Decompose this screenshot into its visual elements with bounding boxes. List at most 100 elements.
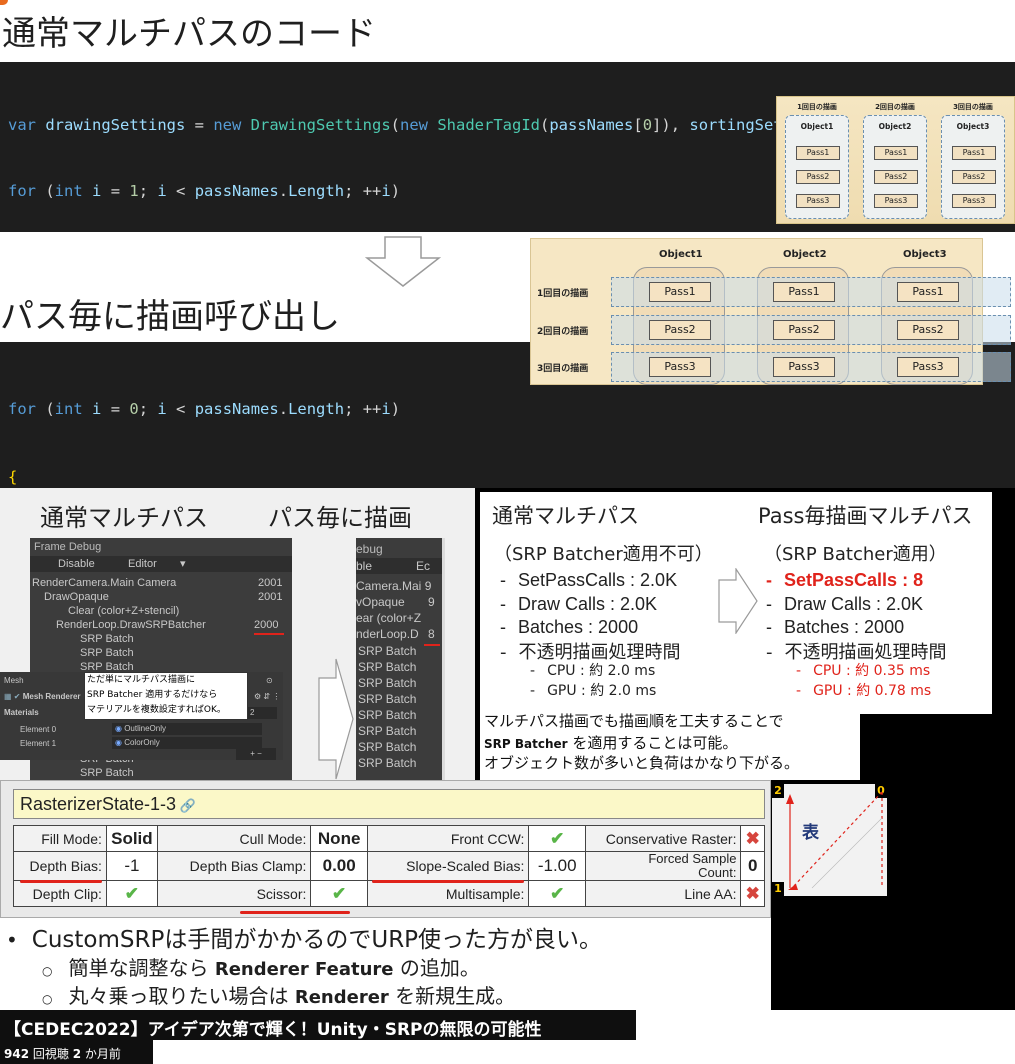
compare-label-normal: 通常マルチパス	[40, 504, 208, 532]
rasterizer-state-panel: RasterizerState-1-3 🔗 Fill Mode: Solid C…	[0, 780, 771, 918]
diagram1-pass: Pass1	[796, 146, 840, 160]
materials-count[interactable]: 2	[247, 707, 277, 719]
add-remove-buttons[interactable]: + −	[236, 748, 276, 760]
cull-mode-label: Cull Mode:	[156, 825, 312, 852]
frame-debug-row[interactable]: SRP Batch	[358, 707, 442, 723]
highlight-underline	[20, 880, 102, 883]
frame-debug-row[interactable]: Clear (color+Z+stencil)	[68, 604, 292, 618]
highlight-underline	[239, 911, 351, 914]
fill-mode-value: Solid	[105, 825, 158, 852]
stat-item-right: - Batches : 2000	[766, 617, 905, 637]
diagram1-object: Object2 Pass1 Pass2 Pass3	[863, 115, 927, 219]
frame-debug-row[interactable]: SRP Batch	[358, 723, 442, 739]
line-aa-label: Line AA:	[584, 880, 742, 907]
diagonal-arrow-icon	[786, 791, 883, 890]
front-ccw-label: Front CCW:	[366, 825, 530, 852]
highlight-underline	[371, 880, 525, 883]
forced-sample-count-label: Forced Sample Count:	[584, 851, 742, 881]
compare-arrow-icon	[718, 568, 758, 634]
depth-bias-clamp-label: Depth Bias Clamp:	[156, 851, 312, 881]
stat-subitem-right: - CPU : 約 0.35 ms	[796, 663, 931, 679]
bullet-circle-icon: ○	[42, 964, 53, 978]
code-line-1: var drawingSettings = new DrawingSetting…	[8, 116, 848, 134]
bullet-sub-1: ○ 簡単な調整なら Renderer Feature の追加。	[42, 956, 480, 980]
diagram2-pass: Pass1	[897, 282, 959, 302]
frame-debug-row[interactable]: nderLoop.D 8	[356, 626, 442, 642]
frame-debug-row[interactable]: SRP Batch	[358, 739, 442, 755]
check-icon: ✔	[310, 880, 368, 907]
rasterizer-table: Fill Mode: Solid Cull Mode: None Front C…	[13, 825, 765, 914]
diagram1-pass: Pass3	[952, 194, 996, 208]
diagram1-object: Object3 Pass1 Pass2 Pass3	[941, 115, 1005, 219]
stat-subitem-left: - GPU : 約 2.0 ms	[530, 683, 657, 699]
stats-note-line2: SRP Batcher を適用することは可能。	[484, 734, 738, 752]
inspector-note: ただ単にマルチパス描画に SRP Batcher 適用するだけなら マテリアルを…	[84, 672, 248, 720]
multisample-label: Multisample:	[366, 880, 530, 907]
frame-debug-row[interactable]: DrawOpaque 2001	[44, 590, 292, 604]
frame-debug-title: Frame Debug	[34, 541, 102, 553]
diagram1-pass: Pass3	[874, 194, 918, 208]
frame-debug-row[interactable]: RenderCamera.Main Camera 2001	[32, 576, 292, 590]
frame-debug-disable-button[interactable]: Disable	[58, 557, 118, 571]
cull-mode-value: None	[310, 825, 368, 852]
frame-debug-row[interactable]: Camera.Mai 9	[356, 578, 442, 594]
frame-debug-row[interactable]: vOpaque 9	[356, 594, 442, 610]
cross-icon: ✖	[740, 825, 765, 852]
slide-title-normal: 通常マルチパスのコード	[2, 14, 376, 54]
diagram1-pass: Pass3	[796, 194, 840, 208]
diagram2-pass: Pass3	[773, 357, 835, 377]
diagram2-object-label: Object1	[659, 249, 703, 260]
frame-debug-row[interactable]: SRP Batch	[358, 691, 442, 707]
video-title[interactable]: 【CEDEC2022】アイデア次第で輝く！Unity・SRPの無限の可能性	[4, 1015, 542, 1040]
down-arrow-icon	[365, 236, 441, 287]
frame-debug-title: ebug	[356, 542, 383, 556]
stats-right-title: Pass毎描画マルチパス	[758, 504, 973, 528]
stat-item-right: - SetPassCalls : 8	[766, 570, 924, 590]
stat-item-left: - SetPassCalls : 2.0K	[500, 570, 678, 590]
frame-debug-disable-button[interactable]: ble	[356, 559, 396, 573]
frame-debug-row[interactable]: RenderLoop.DrawSRPBatcher 2000	[56, 618, 292, 632]
code-line-2: {	[8, 468, 18, 486]
video-meta: 942 回視聴 2 か月前	[4, 1047, 121, 1061]
slide-title-perpass: パス毎に描画呼び出し	[0, 297, 340, 337]
frame-debug-editor-dropdown[interactable]: Ec	[416, 559, 442, 573]
stats-right-sub: （SRP Batcher適用）	[764, 544, 947, 565]
diagram1-pass: Pass2	[874, 170, 918, 184]
diagram1-object: Object1 Pass1 Pass2 Pass3	[785, 115, 849, 219]
frame-debug-row[interactable]: ear (color+Z	[356, 610, 442, 626]
diagram1-pass: Pass2	[952, 170, 996, 184]
frame-debug-row[interactable]: SRP Batch	[358, 659, 442, 675]
stats-note-line1: マルチパス描画でも描画順を工夫することで	[484, 712, 784, 730]
diagram2-row-label: 1回目の描画	[537, 289, 589, 299]
frame-debug-row[interactable]: SRP Batch	[80, 646, 292, 660]
diagram2-pass: Pass1	[773, 282, 835, 302]
diagram2-object-label: Object2	[783, 249, 827, 260]
inspector-menu-icon[interactable]: ⚙ ⇵ ⋮	[254, 691, 280, 703]
bullet-sub-2: ○ 丸々乗っ取りたい場合は Renderer を新規生成。	[42, 984, 516, 1008]
diagram2-pass: Pass2	[897, 320, 959, 340]
chevron-down-icon: ▾	[180, 558, 186, 570]
gear-icon[interactable]: ⊙	[266, 675, 278, 687]
diagram2-pass: Pass3	[649, 357, 711, 377]
slope-scaled-bias-label: Slope-Scaled Bias:	[366, 851, 530, 883]
depth-bias-value: -1	[105, 851, 158, 881]
depth-clip-label: Depth Clip:	[13, 880, 107, 907]
diagram1-pass: Pass2	[796, 170, 840, 184]
bullet-dot-icon: •	[6, 928, 18, 952]
frame-debug-editor-dropdown[interactable]: Editor	[128, 557, 188, 571]
diagram-perpass-multipass: Object1 Object2 Object3 1回目の描画 2回目の描画 3回…	[530, 238, 1011, 385]
forced-sample-count-value: 0	[740, 851, 765, 881]
compare-label-perpass: パス毎に描画	[268, 504, 412, 532]
stats-left-sub: （SRP Batcher適用不可）	[494, 544, 713, 565]
diagram2-row-label: 3回目の描画	[537, 364, 589, 374]
material-element-field[interactable]: ◉ OutlineOnly	[112, 723, 262, 735]
frame-debug-row[interactable]: SRP Batch	[358, 643, 442, 659]
stats-left-title: 通常マルチパス	[492, 504, 639, 528]
diagram2-pass: Pass2	[649, 320, 711, 340]
frame-debug-row[interactable]: SRP Batch	[80, 632, 292, 646]
frame-debug-row[interactable]: SRP Batch	[80, 766, 292, 780]
link-icon: 🔗	[176, 798, 196, 813]
frame-debug-row[interactable]: SRP Batch	[358, 675, 442, 691]
scissor-label: Scissor:	[156, 880, 351, 914]
frame-debug-row[interactable]: SRP Batch	[358, 755, 442, 771]
